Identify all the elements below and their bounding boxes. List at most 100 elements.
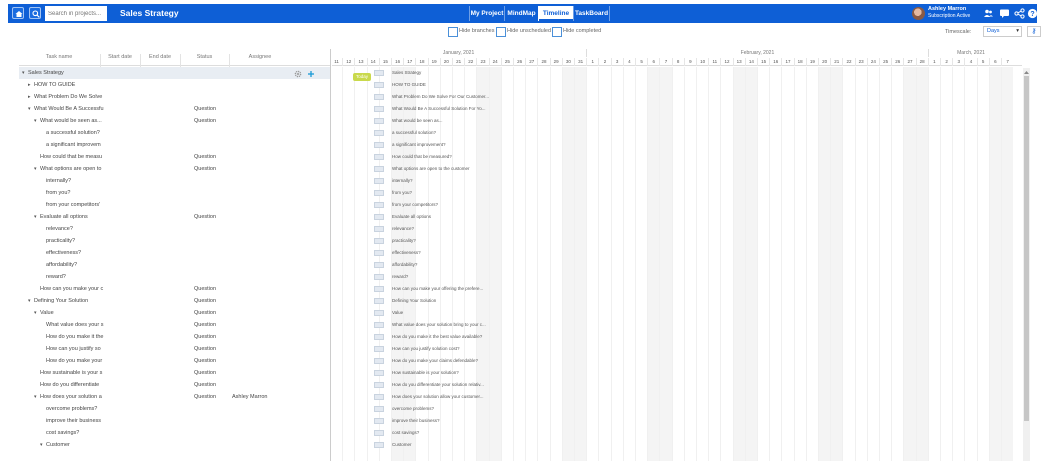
- task-bar[interactable]: [374, 274, 384, 280]
- add-task-icon[interactable]: [307, 70, 315, 78]
- status-cell[interactable]: Question: [194, 163, 216, 175]
- table-row[interactable]: How can you justify so Question: [19, 343, 330, 355]
- timescale-select[interactable]: Days ▾: [983, 26, 1022, 37]
- task-bar[interactable]: [374, 298, 384, 304]
- table-row[interactable]: How do you make it the Question: [19, 331, 330, 343]
- table-row[interactable]: ▾ How does your solution a Question Ashley …: [19, 391, 330, 403]
- task-bar[interactable]: [374, 286, 384, 292]
- task-bar[interactable]: [374, 190, 384, 196]
- status-cell[interactable]: Question: [194, 283, 216, 295]
- home-button[interactable]: [12, 7, 24, 19]
- table-row[interactable]: How do you differentiate Question: [19, 379, 330, 391]
- task-name-cell[interactable]: ▾ What options are open to: [34, 163, 104, 175]
- table-row[interactable]: effectiveness?: [19, 247, 330, 259]
- task-bar[interactable]: [374, 358, 384, 364]
- task-bar[interactable]: [374, 154, 384, 160]
- task-name-cell[interactable]: improve their business: [40, 415, 104, 427]
- search-button[interactable]: [29, 7, 41, 19]
- hide-unscheduled-checkbox[interactable]: Hide unscheduled: [496, 27, 551, 37]
- task-name-cell[interactable]: ▾ What would be seen as...: [34, 115, 104, 127]
- task-name-cell[interactable]: How could that be measu: [34, 151, 104, 163]
- table-row[interactable]: overcome problems?: [19, 403, 330, 415]
- hide-completed-checkbox[interactable]: Hide completed: [552, 27, 601, 37]
- status-cell[interactable]: Question: [194, 319, 216, 331]
- table-row[interactable]: How do you make your Question: [19, 355, 330, 367]
- table-row[interactable]: ▾ What would be seen as... Question: [19, 115, 330, 127]
- task-bar[interactable]: [374, 238, 384, 244]
- table-row[interactable]: from your competitors': [19, 199, 330, 211]
- status-cell[interactable]: Question: [194, 307, 216, 319]
- task-bar[interactable]: [374, 214, 384, 220]
- task-bar[interactable]: [374, 106, 384, 112]
- table-row[interactable]: ▾ Sales Strategy: [19, 67, 330, 79]
- task-name-cell[interactable]: overcome problems?: [40, 403, 104, 415]
- table-row[interactable]: ▸ What Problem Do We Solve: [19, 91, 330, 103]
- hide-branches-checkbox[interactable]: Hide branches: [448, 27, 494, 37]
- table-row[interactable]: How can you make your c Question: [19, 283, 330, 295]
- chat-icon[interactable]: [999, 8, 1010, 19]
- task-name-cell[interactable]: How do you make your: [40, 355, 104, 367]
- status-cell[interactable]: Question: [194, 103, 216, 115]
- table-row[interactable]: How could that be measu Question: [19, 151, 330, 163]
- table-row[interactable]: ▸ HOW TO GUIDE: [19, 79, 330, 91]
- task-name-cell[interactable]: internally?: [40, 175, 104, 187]
- task-name-cell[interactable]: ▾ Value: [34, 307, 104, 319]
- task-name-cell[interactable]: How can you make your c: [34, 283, 104, 295]
- task-bar[interactable]: [374, 382, 384, 388]
- user-name[interactable]: Ashley Marron: [928, 6, 966, 12]
- status-cell[interactable]: Question: [194, 211, 216, 223]
- task-bar[interactable]: [374, 310, 384, 316]
- task-name-cell[interactable]: a significant improvem: [40, 139, 104, 151]
- table-row[interactable]: improve their business: [19, 415, 330, 427]
- status-cell[interactable]: Question: [194, 295, 216, 307]
- table-row[interactable]: ▾ Value Question: [19, 307, 330, 319]
- status-cell[interactable]: Question: [194, 343, 216, 355]
- task-name-cell[interactable]: reward?: [40, 271, 104, 283]
- table-row[interactable]: cost savings?: [19, 427, 330, 439]
- table-row[interactable]: internally?: [19, 175, 330, 187]
- table-row[interactable]: from you?: [19, 187, 330, 199]
- status-cell[interactable]: Question: [194, 367, 216, 379]
- table-row[interactable]: ▾ What Would Be A Successfu Question: [19, 103, 330, 115]
- task-name-cell[interactable]: relevance?: [40, 223, 104, 235]
- task-bar[interactable]: [374, 118, 384, 124]
- tab-mindmap[interactable]: MindMap: [504, 6, 538, 21]
- table-row[interactable]: practicality?: [19, 235, 330, 247]
- task-name-cell[interactable]: How do you make it the: [40, 331, 104, 343]
- task-name-cell[interactable]: How sustainable is your s: [34, 367, 104, 379]
- task-name-cell[interactable]: cost savings?: [40, 427, 104, 439]
- table-row[interactable]: How sustainable is your s Question: [19, 367, 330, 379]
- column-end-date[interactable]: End date: [141, 54, 179, 60]
- table-row[interactable]: ▾ What options are open to Question: [19, 163, 330, 175]
- tab-my-project[interactable]: My Project: [469, 6, 504, 21]
- task-bar[interactable]: [374, 406, 384, 412]
- column-start-date[interactable]: Start date: [101, 54, 139, 60]
- task-name-cell[interactable]: ▾ Evaluate all options: [34, 211, 104, 223]
- status-cell[interactable]: Question: [194, 331, 216, 343]
- task-bar[interactable]: [374, 142, 384, 148]
- task-name-cell[interactable]: How can you justify so: [40, 343, 104, 355]
- task-bar[interactable]: [374, 346, 384, 352]
- table-row[interactable]: affordability?: [19, 259, 330, 271]
- task-bar[interactable]: [374, 418, 384, 424]
- status-cell[interactable]: Question: [194, 355, 216, 367]
- task-bar[interactable]: [374, 94, 384, 100]
- task-name-cell[interactable]: What value does your s: [40, 319, 104, 331]
- key-icon[interactable]: ⚷: [1027, 26, 1041, 37]
- task-bar[interactable]: [374, 130, 384, 136]
- task-name-cell[interactable]: from your competitors': [40, 199, 104, 211]
- share-icon[interactable]: [1014, 8, 1025, 19]
- table-row[interactable]: ▾ Evaluate all options Question: [19, 211, 330, 223]
- status-cell[interactable]: Question: [194, 151, 216, 163]
- task-bar[interactable]: [374, 394, 384, 400]
- status-cell[interactable]: Question: [194, 379, 216, 391]
- task-name-cell[interactable]: practicality?: [40, 235, 104, 247]
- task-name-cell[interactable]: ▾ Defining Your Solution: [28, 295, 104, 307]
- task-name-cell[interactable]: from you?: [40, 187, 104, 199]
- task-name-cell[interactable]: effectiveness?: [40, 247, 104, 259]
- table-row[interactable]: a significant improvem: [19, 139, 330, 151]
- table-row[interactable]: a successful solution?: [19, 127, 330, 139]
- tab-taskboard[interactable]: TaskBoard: [573, 6, 610, 21]
- column-task-name[interactable]: Task name: [19, 54, 99, 60]
- table-row[interactable]: relevance?: [19, 223, 330, 235]
